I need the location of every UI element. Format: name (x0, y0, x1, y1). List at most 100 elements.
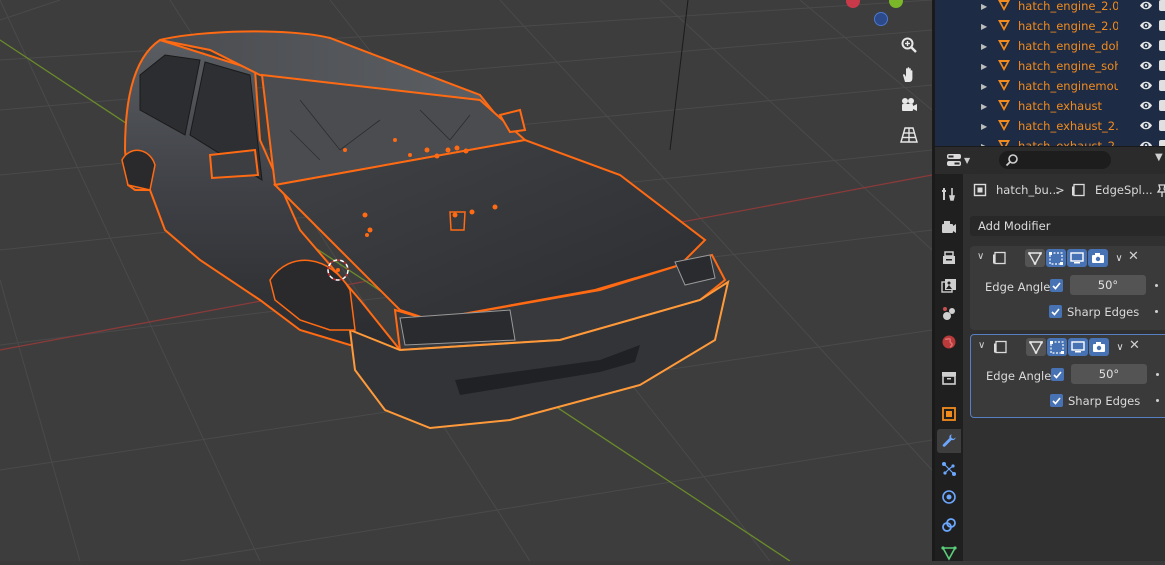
edge-angle-field[interactable]: 50° (1071, 364, 1147, 384)
keyframe-dot-icon[interactable] (1155, 310, 1158, 313)
eye-visibility-icon[interactable] (1139, 119, 1153, 132)
eye-visibility-icon[interactable] (1139, 39, 1153, 52)
outliner-item[interactable]: ▶ hatch_engine_2.0_sohc (935, 16, 1165, 36)
mesh-data-icon (998, 0, 1010, 11)
particles-icon[interactable] (937, 457, 961, 481)
outliner-item-name[interactable]: hatch_exhaust_2.0_s (1018, 139, 1118, 146)
edge-angle-checkbox[interactable] (1051, 368, 1064, 381)
car-model (121, 30, 730, 430)
chevron-down-icon[interactable]: ∨ (1109, 249, 1129, 267)
mesh-data-icon (998, 100, 1010, 111)
outliner[interactable]: ▶ hatch_engine_2.0_dohc ▶ hatch_engine_2.0_… (935, 0, 1165, 146)
sharp-edges-checkbox[interactable] (1049, 305, 1062, 318)
breadcrumb-object: hatch_bu... (996, 183, 1060, 197)
camera-render-icon[interactable] (1159, 80, 1165, 91)
modifier-icon (994, 340, 1007, 354)
chevron-down-icon[interactable]: ∨ (1110, 338, 1130, 356)
on-cage-toggle-icon[interactable] (1026, 338, 1046, 356)
3d-viewport[interactable] (0, 0, 932, 561)
collapse-chevron-icon[interactable]: ∨ (978, 340, 985, 351)
edge-angle-label: Edge Angle (986, 369, 1052, 383)
eye-visibility-icon[interactable] (1139, 19, 1153, 32)
outliner-item[interactable]: ▶ hatch_exhaust (935, 96, 1165, 116)
expand-arrow-icon[interactable]: ▶ (981, 2, 987, 11)
eye-visibility-icon[interactable] (1139, 0, 1153, 12)
outliner-item[interactable]: ▶ hatch_enginemount (935, 76, 1165, 96)
breadcrumb: hatch_bu... > EdgeSpl... (963, 180, 1165, 200)
edit-mode-toggle-icon[interactable] (1047, 338, 1067, 356)
edit-mode-toggle-icon[interactable] (1046, 249, 1066, 267)
viewport-display-toggle-icon[interactable] (1068, 338, 1088, 356)
view-layer-icon[interactable] (937, 274, 961, 298)
camera-render-icon[interactable] (1159, 20, 1165, 31)
scene-icon[interactable] (937, 302, 961, 326)
eye-visibility-icon[interactable] (1139, 99, 1153, 112)
viewport-scene[interactable] (0, 0, 932, 561)
modifier-wrench-icon[interactable] (937, 429, 961, 453)
pin-icon[interactable] (1155, 183, 1165, 197)
eye-visibility-icon[interactable] (1139, 139, 1153, 146)
camera-render-icon[interactable] (1159, 120, 1165, 131)
keyframe-dot-icon[interactable] (1156, 373, 1159, 376)
outliner-item-name[interactable]: hatch_exhaust (1018, 99, 1118, 113)
collapse-chevron-icon[interactable]: ∨ (977, 251, 984, 262)
remove-modifier-close-icon[interactable]: ✕ (1128, 249, 1139, 264)
output-icon[interactable] (937, 246, 961, 270)
editor-type-dropdown[interactable]: ▼ (943, 151, 975, 169)
keyframe-dot-icon[interactable] (1155, 284, 1158, 287)
constraints-icon[interactable] (937, 513, 961, 537)
expand-arrow-icon[interactable]: ▶ (981, 62, 987, 71)
outliner-item-name[interactable]: hatch_engine_sohc (1018, 59, 1118, 73)
hand-pan-icon[interactable] (895, 63, 923, 87)
camera-render-icon[interactable] (1159, 60, 1165, 71)
chevron-down-icon[interactable]: ▼ (1155, 152, 1163, 163)
collection-icon[interactable] (937, 366, 961, 390)
outliner-item-name[interactable]: hatch_engine_2.0_dohc (1018, 0, 1118, 13)
camera-render-icon[interactable] (1159, 100, 1165, 111)
edge-split-modifier-panel[interactable]: ∨ ∨ ✕ Edge Angle 50° Sharp Edges (970, 246, 1165, 330)
eye-visibility-icon[interactable] (1139, 59, 1153, 72)
sharp-edges-label: Sharp Edges (1067, 305, 1140, 319)
expand-arrow-icon[interactable]: ▶ (981, 22, 987, 31)
z-axis-line (669, 0, 689, 151)
camera-render-icon[interactable] (1159, 40, 1165, 51)
expand-arrow-icon[interactable]: ▶ (981, 42, 987, 51)
outliner-item-name[interactable]: hatch_enginemount (1018, 79, 1118, 93)
edge-angle-field[interactable]: 50° (1070, 275, 1146, 295)
outliner-item[interactable]: ▶ hatch_engine_dohc (935, 36, 1165, 56)
outliner-item[interactable]: ▶ hatch_exhaust_2.0 (935, 116, 1165, 136)
render-toggle-camera-icon[interactable] (1089, 338, 1109, 356)
edge-split-modifier-panel[interactable]: ∨ ∨ ✕ Edge Angle 50° Sharp Edges (970, 334, 1165, 418)
outliner-item[interactable]: ▶ hatch_engine_sohc (935, 56, 1165, 76)
outliner-item[interactable]: ▶hatch_exhaust_2.0_s (935, 136, 1165, 146)
properties-search-input[interactable] (999, 151, 1111, 169)
sharp-edges-checkbox[interactable] (1050, 394, 1063, 407)
properties-panel: hatch_bu... > EdgeSpl... Add Modifier ∨ ∨… (963, 174, 1165, 561)
grid-perspective-icon[interactable] (895, 123, 923, 147)
remove-modifier-close-icon[interactable]: ✕ (1129, 338, 1140, 353)
eye-visibility-icon[interactable] (1139, 79, 1153, 92)
outliner-item[interactable]: ▶ hatch_engine_2.0_dohc (935, 0, 1165, 16)
add-modifier-button[interactable]: Add Modifier (970, 216, 1165, 236)
gizmo-z-axis-ball[interactable] (874, 12, 888, 26)
camera-render-icon[interactable] (1159, 0, 1165, 11)
world-icon[interactable] (937, 330, 961, 354)
render-icon[interactable] (937, 216, 961, 240)
zoom-icon[interactable] (895, 33, 923, 57)
expand-arrow-icon[interactable]: ▶ (981, 122, 987, 131)
outliner-item-name[interactable]: hatch_engine_2.0_sohc (1018, 19, 1118, 33)
physics-icon[interactable] (937, 485, 961, 509)
viewport-display-toggle-icon[interactable] (1067, 249, 1087, 267)
data-icon[interactable] (937, 541, 961, 565)
expand-arrow-icon[interactable]: ▶ (981, 82, 987, 91)
tool-icon[interactable] (937, 182, 961, 206)
on-cage-toggle-icon[interactable] (1025, 249, 1045, 267)
expand-arrow-icon[interactable]: ▶ (981, 102, 987, 111)
outliner-item-name[interactable]: hatch_exhaust_2.0 (1018, 119, 1118, 133)
keyframe-dot-icon[interactable] (1156, 399, 1159, 402)
edge-angle-checkbox[interactable] (1050, 279, 1063, 292)
object-icon[interactable] (937, 402, 961, 426)
camera-icon[interactable] (895, 93, 923, 117)
outliner-item-name[interactable]: hatch_engine_dohc (1018, 39, 1118, 53)
render-toggle-camera-icon[interactable] (1088, 249, 1108, 267)
